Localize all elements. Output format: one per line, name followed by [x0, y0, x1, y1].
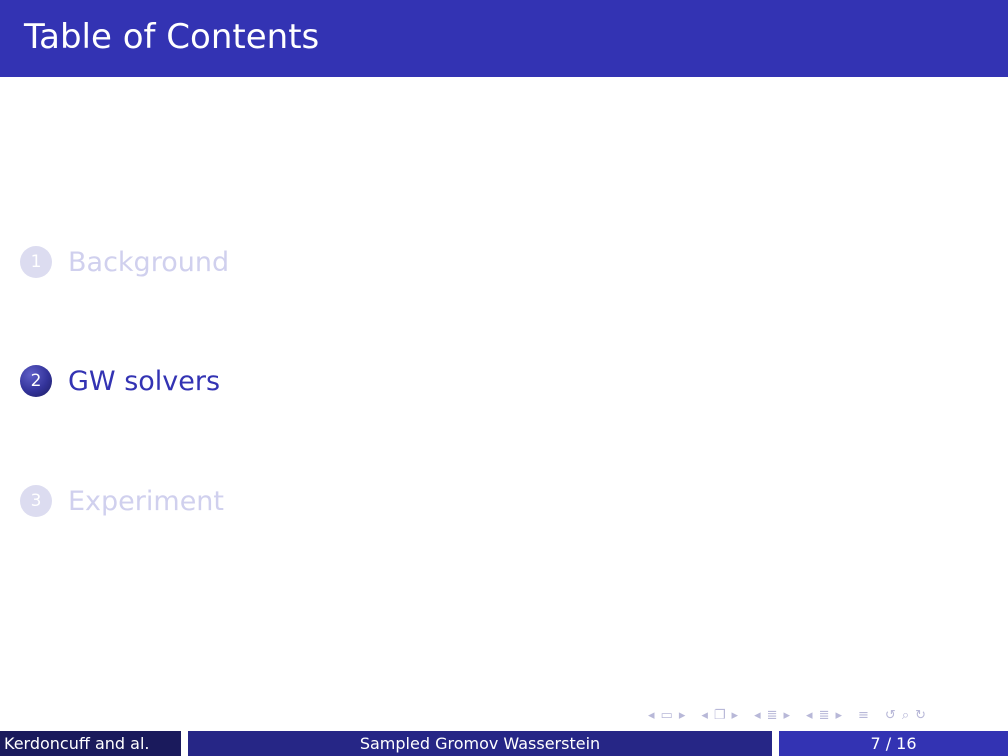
footer-author: Kerdoncuff and al. — [0, 731, 181, 756]
search-icon[interactable]: ⌕ — [902, 708, 909, 724]
frame-icon[interactable]: ❐ — [714, 708, 726, 724]
toc-item-background[interactable]: 1 Background — [20, 246, 229, 278]
frame-title: Table of Contents — [24, 17, 320, 57]
subsection-icon[interactable]: ≣ — [767, 708, 778, 724]
toc-item-experiment[interactable]: 3 Experiment — [20, 485, 224, 517]
toc-label: GW solvers — [68, 365, 221, 397]
nav-left-arrow-icon[interactable]: ◂ — [701, 708, 708, 724]
toc-label: Experiment — [68, 485, 225, 517]
undo-icon[interactable]: ↺ — [885, 708, 896, 724]
nav-right-arrow-icon[interactable]: ▸ — [679, 708, 686, 724]
toc-label: Background — [68, 246, 230, 278]
toc-number-badge: 1 — [20, 246, 52, 278]
slide-icon[interactable]: ▭ — [661, 708, 673, 724]
nav-right-arrow-icon[interactable]: ▸ — [732, 708, 739, 724]
nav-left-arrow-icon[interactable]: ◂ — [648, 708, 655, 724]
nav-left-arrow-icon[interactable]: ◂ — [754, 708, 761, 724]
toc-number-badge: 2 — [20, 365, 52, 397]
toc-item-gw-solvers[interactable]: 2 GW solvers — [20, 365, 220, 397]
nav-left-arrow-icon[interactable]: ◂ — [806, 708, 813, 724]
section-icon[interactable]: ≣ — [819, 708, 830, 724]
nav-right-arrow-icon[interactable]: ▸ — [784, 708, 791, 724]
footer-title: Sampled Gromov Wasserstein — [188, 731, 772, 756]
footer-page-number: 7 / 16 — [779, 731, 1008, 756]
beamer-navigation-bar: ◂ ▭ ▸ ◂ ❐ ▸ ◂ ≣ ▸ ◂ ≣ ▸ ≡ ↺ ⌕ ↻ — [648, 708, 932, 724]
align-icon[interactable]: ≡ — [858, 708, 869, 724]
frame-title-bar: Table of Contents — [0, 0, 1008, 77]
redo-icon[interactable]: ↻ — [915, 708, 926, 724]
nav-right-arrow-icon[interactable]: ▸ — [835, 708, 842, 724]
footer: Kerdoncuff and al. Sampled Gromov Wasser… — [0, 731, 1008, 756]
toc-number-badge: 3 — [20, 485, 52, 517]
